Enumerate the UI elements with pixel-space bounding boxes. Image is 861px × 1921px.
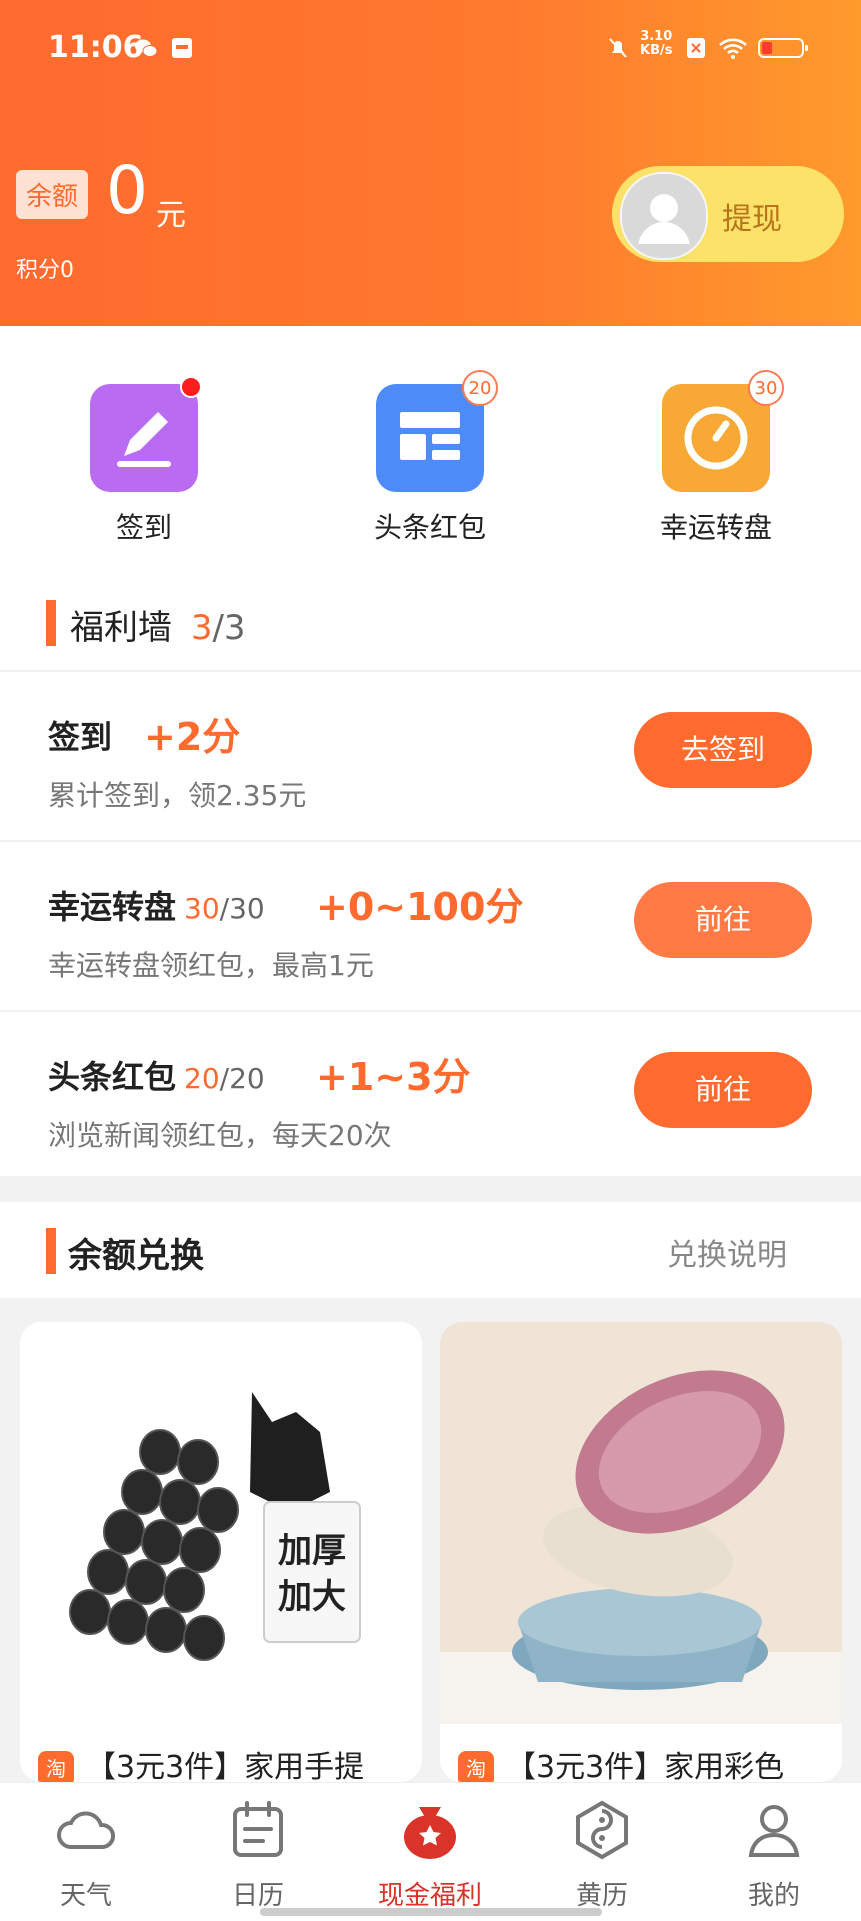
tab-label: 黄历	[575, 1881, 628, 1911]
money-bag-icon	[404, 1807, 456, 1859]
balance-value: 0	[106, 152, 148, 229]
go-wheel-button[interactable]: 前往	[634, 882, 812, 958]
exchange-info-link[interactable]: 兑换说明	[667, 1230, 787, 1274]
bottom-tab-bar: 天气 日历 现金福利 黄历 我的	[0, 1782, 861, 1921]
quick-item-checkin[interactable]: 签到	[44, 376, 244, 546]
tab-almanac[interactable]: 黄历	[542, 1797, 662, 1912]
product-title: 淘【3元3件】家用彩色	[458, 1742, 784, 1782]
home-indicator[interactable]	[260, 1908, 602, 1916]
task-row-checkin: 签到 +2分 累计签到，领2.35元 去签到	[0, 672, 861, 840]
battery-icon	[758, 38, 808, 58]
task-desc: 幸运转盘领红包，最高1元	[48, 949, 374, 982]
welfare-wall-title: 福利墙 3/3	[46, 600, 246, 649]
product-image-trash-bags: 加厚 加大	[20, 1322, 422, 1724]
quick-label: 幸运转盘	[659, 511, 772, 544]
wheel-tile: 30	[662, 370, 784, 492]
task-desc: 浏览新闻领红包，每天20次	[48, 1119, 392, 1152]
welfare-card: 签到 20 头条红包 30 幸运转盘 福利墙 3/3 签到 +2分 累计签到，领…	[0, 326, 861, 1176]
svg-text:加厚: 加厚	[278, 1531, 346, 1571]
section-accent-bar	[46, 600, 56, 646]
section-gap	[0, 1176, 861, 1202]
go-news-button[interactable]: 前往	[634, 1052, 812, 1128]
cloud-icon	[57, 1811, 116, 1849]
task-reward: +2分	[144, 715, 241, 759]
product-image-basins	[440, 1322, 842, 1724]
withdraw-label: 提现	[722, 202, 782, 237]
tab-mine[interactable]: 我的	[714, 1797, 834, 1912]
exchange-header: 余额兑换 兑换说明	[0, 1202, 861, 1298]
wall-progress-done: 3	[190, 608, 213, 648]
taobao-badge: 淘	[458, 1750, 494, 1782]
no-sim-icon	[687, 38, 705, 58]
quick-item-news-redpacket[interactable]: 20 头条红包	[330, 370, 530, 546]
tab-calendar[interactable]: 日历	[198, 1797, 318, 1912]
withdraw-button[interactable]: 提现	[612, 166, 844, 262]
task-name: 签到	[48, 718, 113, 756]
avatar	[620, 172, 708, 260]
status-time: 11:06	[48, 30, 144, 65]
points-text: 积分0	[16, 258, 74, 283]
task-name: 头条红包 20/20	[48, 1058, 265, 1096]
wheel-badge: 30	[748, 370, 784, 406]
task-name: 幸运转盘 30/30	[48, 888, 265, 926]
tab-label: 我的	[747, 1881, 800, 1911]
checkin-tile	[90, 376, 202, 492]
task-desc: 累计签到，领2.35元	[48, 779, 307, 812]
exchange-title: 余额兑换	[46, 1228, 204, 1277]
quick-label: 头条红包	[373, 511, 486, 544]
task-reward: +1~3分	[316, 1055, 471, 1099]
net-speed: 3.10 KB/s	[640, 29, 673, 58]
tab-weather[interactable]: 天气	[26, 1797, 146, 1912]
balance-label: 余额	[16, 170, 89, 219]
wechat-icon	[135, 39, 158, 57]
mute-bell-icon	[609, 38, 627, 58]
product-card[interactable]: 加厚 加大 淘【3元3件】家用手提	[20, 1322, 422, 1782]
task-row-lucky-wheel: 幸运转盘 30/30 +0~100分 幸运转盘领红包，最高1元 前往	[0, 842, 861, 1010]
task-row-news: 头条红包 20/20 +1~3分 浏览新闻领红包，每天20次 前往	[0, 1012, 861, 1180]
quick-item-lucky-wheel[interactable]: 30 幸运转盘	[616, 370, 816, 546]
wall-progress-total: /3	[212, 608, 246, 648]
balance-unit: 元	[156, 198, 186, 233]
status-bar: 11:06 3.10 KB/s	[0, 0, 861, 86]
go-checkin-button[interactable]: 去签到	[634, 712, 812, 788]
notification-dot	[180, 376, 202, 398]
taobao-badge: 淘	[38, 1750, 74, 1782]
user-placeholder-icon	[638, 194, 690, 244]
calendar-icon	[233, 1801, 283, 1857]
product-title: 淘【3元3件】家用手提	[38, 1742, 364, 1782]
svg-text:加大: 加大	[278, 1577, 346, 1617]
quick-label: 签到	[115, 511, 172, 544]
wifi-icon	[719, 38, 747, 59]
yin-yang-icon	[576, 1800, 628, 1860]
product-card[interactable]: 淘【3元3件】家用彩色	[440, 1322, 842, 1782]
tab-label: 天气	[59, 1881, 112, 1911]
user-icon	[748, 1805, 800, 1857]
calendar-app-icon	[172, 38, 192, 58]
header-banner: 11:06 3.10 KB/s 余额 0 元 积分0 提现	[0, 0, 861, 326]
tab-cash-welfare[interactable]: 现金福利	[370, 1797, 490, 1912]
tab-label: 日历	[231, 1881, 284, 1911]
tab-label: 现金福利	[377, 1881, 482, 1911]
news-tile: 20	[376, 370, 498, 492]
section-accent-bar	[46, 1228, 56, 1274]
pencil-icon	[117, 412, 171, 467]
task-reward: +0~100分	[316, 885, 524, 929]
news-badge: 20	[462, 370, 498, 406]
